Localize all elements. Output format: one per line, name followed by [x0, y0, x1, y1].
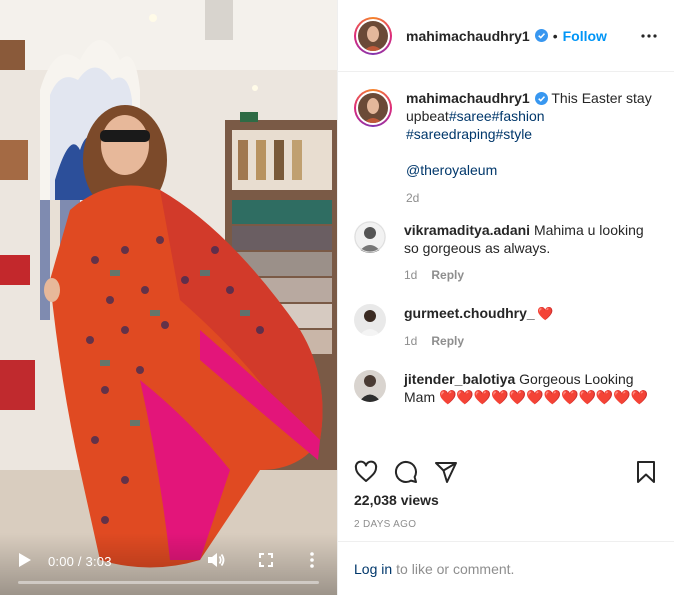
volume-icon[interactable] — [206, 550, 226, 570]
header-separator: • — [552, 27, 558, 44]
hashtag-saree[interactable]: #saree — [449, 108, 492, 124]
comment-text: vikramaditya.adani Mahima u looking so g… — [404, 221, 658, 257]
comment-body: ❤️ — [534, 306, 553, 321]
video-time: 0:00 / 3:03 — [48, 554, 112, 569]
reply-button[interactable]: Reply — [431, 334, 464, 348]
login-prompt: Log in to like or comment. — [338, 541, 674, 595]
comment-text: gurmeet.choudhry_ ❤️ — [404, 304, 554, 323]
comments-list[interactable]: mahimachaudhry1 This Easter stay upbeat#… — [338, 73, 674, 443]
video-time-separator: / — [77, 554, 82, 569]
login-link[interactable]: Log in — [354, 561, 392, 577]
video-duration: 3:03 — [85, 554, 112, 569]
follow-button[interactable]: Follow — [563, 28, 607, 44]
mention-link[interactable]: @theroyaleum — [406, 162, 497, 178]
comment-username[interactable]: gurmeet.choudhry_ — [404, 305, 535, 321]
caption-age[interactable]: 2d — [406, 191, 419, 205]
post-video[interactable]: 0:00 / 3:03 — [0, 0, 337, 595]
hashtag-sareedraping[interactable]: #sareedraping — [406, 126, 496, 142]
comment-username[interactable]: vikramaditya.adani — [404, 222, 530, 238]
caption-verified-badge-icon — [534, 92, 548, 105]
commenter-avatar[interactable] — [354, 221, 386, 253]
post-side-panel: mahimachaudhry1 • Follow mahimachaudhry1… — [337, 0, 674, 595]
video-elapsed: 0:00 — [48, 554, 75, 569]
more-vertical-icon[interactable] — [308, 550, 316, 570]
comment-item: jitender_balotiya Gorgeous Looking Mam ❤… — [354, 370, 658, 406]
comment-username[interactable]: jitender_balotiya — [404, 371, 515, 387]
post-header: mahimachaudhry1 • Follow — [338, 0, 674, 72]
fullscreen-icon[interactable] — [258, 552, 274, 568]
comment-text: jitender_balotiya Gorgeous Looking Mam ❤… — [404, 370, 658, 406]
post-actions — [354, 452, 658, 492]
heart-icon[interactable] — [354, 460, 378, 484]
comment-item: gurmeet.choudhry_ ❤️ 1d Reply — [354, 304, 658, 348]
video-controls: 0:00 / 3:03 — [0, 533, 337, 595]
verified-badge-icon — [534, 29, 548, 42]
caption-avatar-image — [358, 93, 388, 123]
view-count[interactable]: 22,038 views — [354, 492, 439, 508]
comment-icon[interactable] — [394, 460, 418, 484]
post-timestamp[interactable]: 2 DAYS AGO — [354, 519, 416, 530]
caption-avatar[interactable] — [354, 89, 392, 127]
comment-meta: 1d Reply — [404, 268, 658, 282]
commenter-avatar[interactable] — [354, 304, 386, 336]
paper-plane-icon[interactable] — [434, 460, 458, 484]
caption: mahimachaudhry1 This Easter stay upbeat#… — [354, 89, 658, 205]
reply-button[interactable]: Reply — [431, 268, 464, 282]
more-options-icon[interactable] — [640, 27, 658, 45]
video-frame-image — [0, 0, 337, 595]
author-avatar-image — [358, 20, 388, 51]
author-avatar[interactable] — [354, 16, 392, 55]
comment-age[interactable]: 1d — [404, 334, 417, 348]
hashtag-style[interactable]: #style — [496, 126, 533, 142]
author-username[interactable]: mahimachaudhry1 — [406, 28, 530, 44]
comment-meta: 1d Reply — [404, 334, 553, 348]
login-prompt-text: to like or comment. — [396, 560, 515, 577]
commenter-avatar[interactable] — [354, 370, 386, 402]
caption-username[interactable]: mahimachaudhry1 — [406, 90, 530, 106]
caption-meta: 2d — [406, 191, 658, 205]
instagram-post: 0:00 / 3:03 mahimachaudhry1 • Follow mah… — [0, 0, 674, 595]
video-progress-track[interactable] — [18, 581, 319, 584]
hashtag-fashion[interactable]: #fashion — [492, 108, 545, 124]
caption-text: mahimachaudhry1 This Easter stay upbeat#… — [406, 89, 658, 179]
comment-item: vikramaditya.adani Mahima u looking so g… — [354, 221, 658, 282]
play-icon[interactable] — [18, 552, 32, 568]
comment-age[interactable]: 1d — [404, 268, 417, 282]
bookmark-icon[interactable] — [634, 460, 658, 484]
